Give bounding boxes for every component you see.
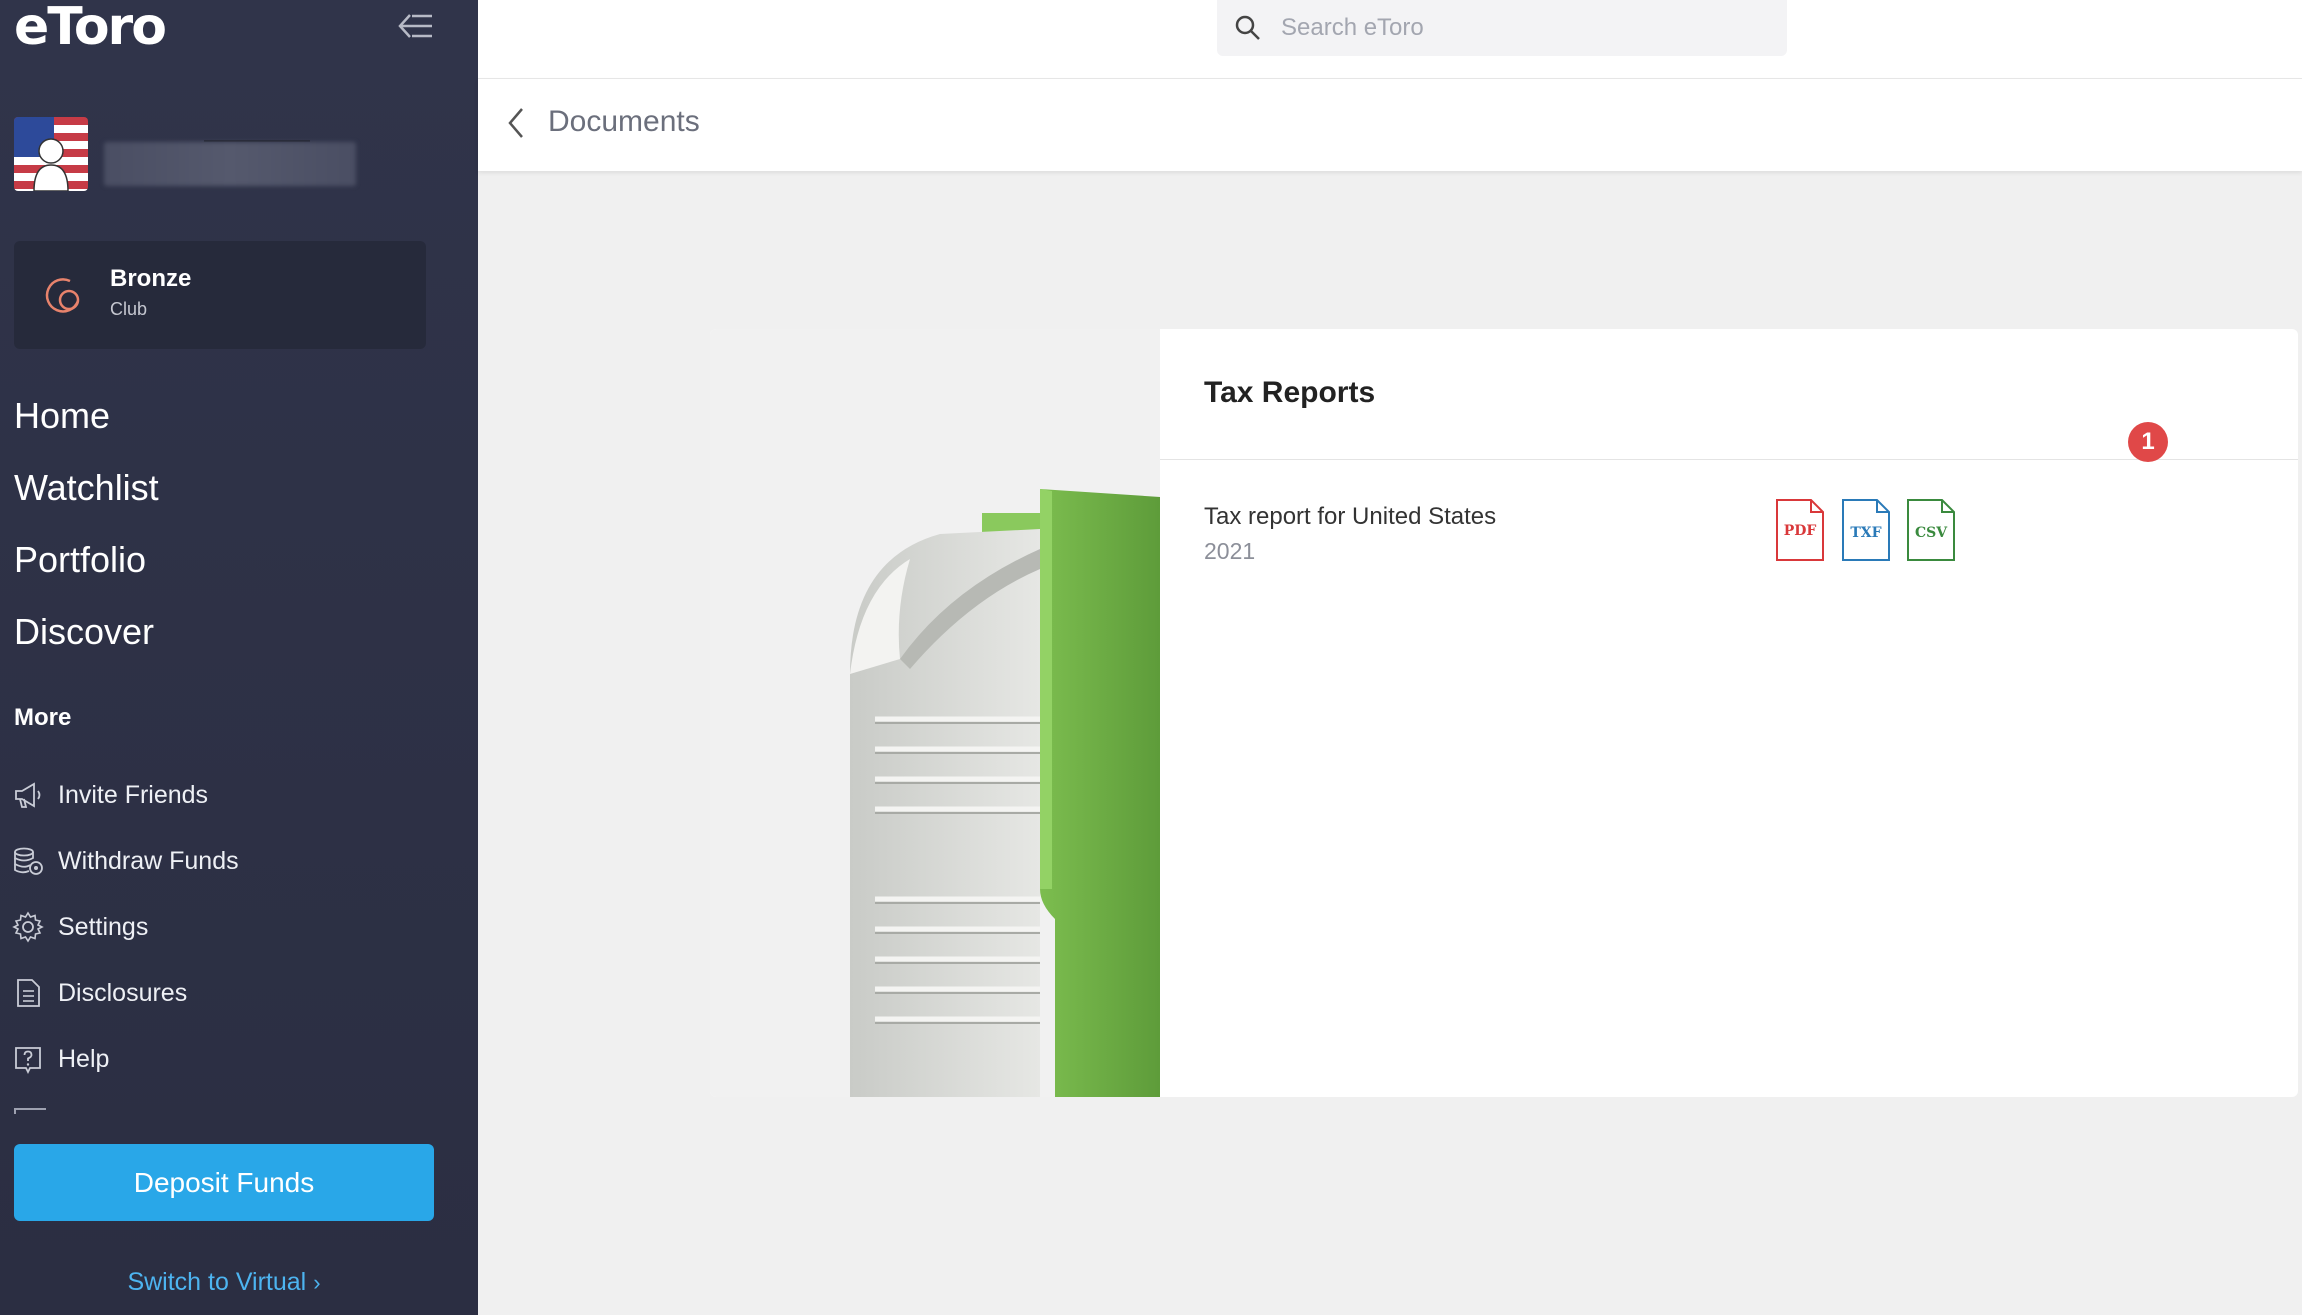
folder-illustration	[710, 329, 1160, 1097]
nav-withdraw-funds[interactable]: Withdraw Funds	[12, 828, 239, 894]
page-header: Documents	[478, 79, 2302, 171]
pdf-file-icon: PDF	[1776, 499, 1824, 561]
tax-report-year: 2021	[1204, 538, 1256, 564]
etoro-logo[interactable]: eToro	[14, 0, 167, 54]
nav-help[interactable]: Help	[12, 1026, 239, 1092]
deposit-funds-button[interactable]: Deposit Funds	[14, 1144, 434, 1221]
nav-label: Settings	[58, 912, 149, 941]
nav-home[interactable]: Home	[14, 380, 159, 452]
username-redacted	[104, 142, 356, 186]
svg-text:TXF: TXF	[1850, 525, 1881, 541]
club-title: Bronze	[110, 265, 192, 292]
coins-icon	[14, 847, 43, 875]
more-nav: Invite Friends Withdraw Funds Settings D…	[12, 762, 239, 1092]
txf-file-icon: TXF	[1842, 499, 1890, 561]
collapse-arrow-icon	[398, 14, 432, 38]
search-bar[interactable]	[1217, 0, 1787, 56]
gear-icon	[12, 911, 44, 943]
nav-label: Withdraw Funds	[58, 846, 239, 875]
top-bar	[478, 0, 2302, 79]
tax-reports-card: Tax Reports Tax report for United States…	[710, 329, 2298, 1097]
document-icon	[17, 979, 40, 1007]
more-section-label: More	[14, 704, 72, 731]
sidebar: eToro Bronze Club Home Watchlist Portfol…	[0, 0, 478, 1315]
csv-file-icon: CSV	[1907, 499, 1955, 561]
megaphone-icon	[15, 782, 41, 808]
collapse-sidebar-button[interactable]	[394, 6, 438, 46]
tax-report-name: Tax report for United States	[1204, 503, 1497, 530]
chevron-left-icon	[508, 108, 523, 138]
nav-discover[interactable]: Discover	[14, 596, 159, 668]
nav-settings[interactable]: Settings	[12, 894, 239, 960]
download-txf-button[interactable]: TXF	[1840, 497, 1892, 563]
tax-reports-panel: Tax Reports Tax report for United States…	[1160, 329, 2298, 1097]
chevron-right-icon: ›	[313, 1270, 321, 1295]
nav-label: Help	[58, 1044, 110, 1073]
nav-label: Disclosures	[58, 978, 188, 1007]
notification-badge: 1	[2128, 422, 2168, 462]
help-icon	[15, 1047, 41, 1075]
back-button[interactable]	[500, 103, 534, 143]
tax-reports-title: Tax Reports	[1204, 376, 1376, 409]
nav-disclosures[interactable]: Disclosures	[12, 960, 239, 1026]
search-input[interactable]	[1279, 13, 1763, 43]
club-badge-icon	[45, 278, 80, 313]
person-silhouette-icon	[33, 138, 69, 191]
club-subtitle: Club	[110, 299, 148, 319]
document-folder-illustration	[850, 489, 1160, 1097]
download-pdf-button[interactable]: PDF	[1774, 497, 1826, 563]
main-nav: Home Watchlist Portfolio Discover	[14, 380, 159, 668]
nav-portfolio[interactable]: Portfolio	[14, 524, 159, 596]
search-icon	[1235, 15, 1260, 40]
nav-watchlist[interactable]: Watchlist	[14, 452, 159, 524]
nav-invite-friends[interactable]: Invite Friends	[12, 762, 239, 828]
switch-to-virtual-link[interactable]: Switch to Virtual ›	[0, 1268, 448, 1297]
svg-text:PDF: PDF	[1784, 523, 1817, 539]
download-csv-button[interactable]: CSV	[1905, 497, 1957, 563]
svg-text:CSV: CSV	[1915, 525, 1948, 541]
nav-label: Invite Friends	[58, 780, 209, 809]
avatar[interactable]	[14, 117, 88, 191]
club-card[interactable]: Bronze Club	[14, 241, 426, 349]
page-title: Documents	[548, 105, 700, 138]
